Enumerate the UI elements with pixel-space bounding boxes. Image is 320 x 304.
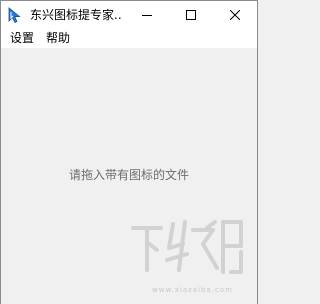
cursor-arrow-icon (7, 7, 23, 24)
close-button[interactable] (213, 1, 257, 27)
menu-bar: 设置 帮助 (1, 28, 257, 47)
minimize-button[interactable] (125, 1, 169, 27)
watermark-url: www.xiazaiba.com (152, 286, 233, 294)
minimize-icon (142, 5, 152, 24)
title-bar[interactable]: 东兴图标提专家... (1, 1, 257, 28)
drop-hint: 请拖入带有图标的文件 (68, 168, 189, 182)
maximize-icon (186, 5, 196, 24)
watermark-logo (123, 208, 251, 290)
menu-settings[interactable]: 设置 (8, 29, 36, 46)
window-title: 东兴图标提专家... (30, 8, 122, 22)
maximize-button[interactable] (169, 1, 213, 27)
close-icon (229, 5, 241, 24)
menu-help[interactable]: 帮助 (44, 29, 72, 46)
